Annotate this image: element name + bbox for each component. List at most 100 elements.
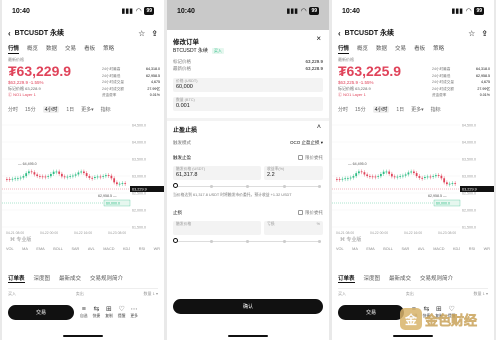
indicator-label[interactable]: MA xyxy=(352,247,358,251)
interval-item[interactable]: 分时 xyxy=(338,106,348,113)
tab-overview[interactable]: 概览 xyxy=(27,44,38,54)
indicator-label[interactable]: RSI xyxy=(139,247,145,251)
sl-pnl-input[interactable]: 亏损% xyxy=(264,221,323,235)
chevron-up-icon[interactable]: ˄ xyxy=(317,124,321,131)
quantity-input[interactable]: 数量 (BTC) 0.001 xyxy=(173,97,323,111)
bottom-action[interactable]: ⊞ 复制 xyxy=(105,306,113,319)
indicator-label[interactable]: MACD xyxy=(433,247,444,251)
interval-item[interactable]: 1日 xyxy=(66,106,74,113)
indicator-label[interactable]: MACD xyxy=(103,247,114,251)
tab-strategy[interactable]: 策略 xyxy=(103,44,114,54)
interval-item[interactable]: 更多▾ xyxy=(411,106,424,113)
order-tag-label: 60,000.0 xyxy=(106,202,120,206)
tab-data[interactable]: 数据 xyxy=(376,44,387,54)
indicator-label[interactable]: EMA xyxy=(36,247,44,251)
bottom-action[interactable]: ♡ 提醒 xyxy=(118,306,126,319)
symbol-title[interactable]: BTCUSDT 永续 xyxy=(15,28,138,38)
sl-limit-checkbox[interactable]: 限价委托 xyxy=(298,210,323,216)
pro-toggle[interactable]: ⌘ 专业版 xyxy=(10,236,31,243)
bottom-action[interactable]: ≡自选 xyxy=(80,306,88,319)
tp-pnl-input[interactable]: 收益率(%) 2.2 xyxy=(264,166,323,180)
indicator-label[interactable]: KDJ xyxy=(453,247,460,251)
indicator-label[interactable]: VOL xyxy=(336,247,344,251)
candle xyxy=(435,175,437,177)
tp-limit-checkbox[interactable]: 限价委托 xyxy=(298,155,323,161)
indicator-label[interactable]: BOLL xyxy=(383,247,393,251)
interval-item[interactable]: 指标 xyxy=(101,106,111,113)
sl-slider[interactable] xyxy=(173,238,323,244)
tp-trigger-input[interactable]: 触发价格 (USDT) 61,317.8 xyxy=(173,166,261,180)
y-tick-label: 63,000.0 xyxy=(132,175,146,179)
interval-item[interactable]: 15分 xyxy=(355,106,366,113)
indicator-label[interactable]: EMA xyxy=(366,247,374,251)
tab-market[interactable]: 行情 xyxy=(338,44,350,54)
tab-strategy[interactable]: 策略 xyxy=(433,44,444,54)
pro-toggle[interactable]: ⌘ 专业版 xyxy=(340,236,361,243)
tab-rules[interactable]: 交易规则简介 xyxy=(90,274,123,283)
x-tick-label: 04-22 16:00 xyxy=(74,231,92,235)
interval-item[interactable]: 指标 xyxy=(431,106,441,113)
quantity-select[interactable]: 数量 1 ▾ xyxy=(474,291,488,297)
tab-trade[interactable]: 交易 xyxy=(65,44,76,54)
tab-rules[interactable]: 交易规则简介 xyxy=(420,274,453,283)
slider-knob[interactable] xyxy=(173,238,178,243)
candlestick-chart[interactable]: 64,500.0 64,000.0 63,500.0 63,000.0 62,500.0… xyxy=(332,117,494,243)
back-arrow-icon[interactable]: ‹ xyxy=(338,29,341,38)
interval-item-active[interactable]: 4小时 xyxy=(42,106,60,113)
indicator-label[interactable]: BOLL xyxy=(53,247,63,251)
indicator-label[interactable]: SAR xyxy=(71,247,79,251)
indicator-label[interactable]: RSI xyxy=(469,247,475,251)
trigger-mode-row[interactable]: 触发模式 OCO 止盈止损 ▾ xyxy=(173,140,323,146)
tab-board[interactable]: 看板 xyxy=(84,44,95,54)
tab-depth[interactable]: 深度图 xyxy=(364,274,381,283)
confirm-button[interactable]: 确认 xyxy=(173,299,323,314)
interval-item[interactable]: 1日 xyxy=(396,106,404,113)
candle xyxy=(77,172,80,175)
indicator-label[interactable]: WR xyxy=(484,247,490,251)
bottom-action[interactable]: ⇆ 快捷 xyxy=(93,306,101,319)
interval-item[interactable]: 15分 xyxy=(25,106,36,113)
bottom-action[interactable]: ⋯ 更多 xyxy=(130,306,138,319)
tab-board[interactable]: 看板 xyxy=(414,44,425,54)
sl-trigger-input[interactable]: 触发价格 xyxy=(173,221,261,235)
tab-trade[interactable]: 交易 xyxy=(395,44,406,54)
tab-order-book[interactable]: 订单表 xyxy=(8,274,25,283)
tab-latest-trades[interactable]: 最新成交 xyxy=(59,274,81,283)
close-icon[interactable]: × xyxy=(316,34,321,43)
symbol-title[interactable]: BTCUSDT 永续 xyxy=(345,28,468,38)
indicator-label[interactable]: AVL xyxy=(418,247,425,251)
share-icon[interactable]: ⇪ xyxy=(481,29,488,38)
tab-market[interactable]: 行情 xyxy=(8,44,20,54)
indicator-label[interactable]: SAR xyxy=(401,247,409,251)
interval-item[interactable]: 更多▾ xyxy=(81,106,94,113)
price-input[interactable]: 价格 (USDT) 60,000 xyxy=(173,78,323,92)
quantity-select[interactable]: 数量 1 ▾ xyxy=(144,291,158,297)
trade-button[interactable]: 交易 xyxy=(338,305,404,320)
candle xyxy=(113,178,116,183)
trade-button[interactable]: 交易 xyxy=(8,305,74,320)
indicator-label[interactable]: VOL xyxy=(6,247,14,251)
candle xyxy=(443,178,446,183)
tab-order-book[interactable]: 订单表 xyxy=(338,274,355,283)
candlestick-chart[interactable]: 64,500.0 64,000.0 63,500.0 63,000.0 62,500.0… xyxy=(2,117,164,243)
interval-item[interactable]: 分时 xyxy=(8,106,18,113)
candle xyxy=(33,172,36,175)
tab-overview[interactable]: 概览 xyxy=(357,44,368,54)
slider-knob[interactable] xyxy=(173,183,178,188)
share-icon[interactable]: ⇪ xyxy=(151,29,158,38)
tab-depth[interactable]: 深度图 xyxy=(34,274,51,283)
indicator-label[interactable]: WR xyxy=(154,247,160,251)
back-arrow-icon[interactable]: ‹ xyxy=(8,29,11,38)
tab-data[interactable]: 数据 xyxy=(46,44,57,54)
tab-latest-trades[interactable]: 最新成交 xyxy=(389,274,411,283)
candle xyxy=(393,176,396,178)
indicator-label[interactable]: AVL xyxy=(88,247,95,251)
order-tag-label: 60,000.0 xyxy=(436,202,450,206)
star-icon[interactable]: ☆ xyxy=(138,29,145,38)
star-icon[interactable]: ☆ xyxy=(468,29,475,38)
candle xyxy=(39,176,41,177)
indicator-label[interactable]: KDJ xyxy=(123,247,130,251)
indicator-label[interactable]: MA xyxy=(22,247,28,251)
tp-slider[interactable] xyxy=(173,183,323,189)
interval-item-active[interactable]: 4小时 xyxy=(372,106,390,113)
